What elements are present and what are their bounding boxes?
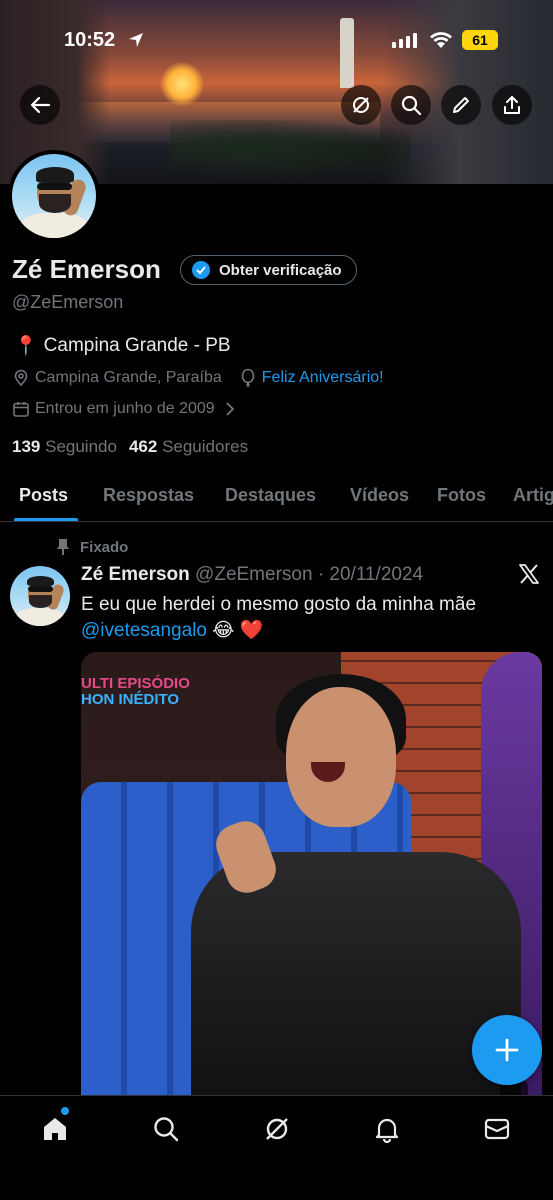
profile-location: Campina Grande, Paraíba xyxy=(35,369,222,386)
edit-button[interactable] xyxy=(441,85,481,125)
video-overlay-tag: ULTI EPISÓDIO HON INÉDITO xyxy=(81,675,190,708)
home-icon xyxy=(44,1118,66,1140)
edit-pen-icon xyxy=(453,97,469,113)
following-link[interactable]: 139 Seguindo xyxy=(12,437,117,457)
search-button[interactable] xyxy=(391,85,431,125)
pinned-label: Fixado xyxy=(56,538,128,556)
bottom-nav xyxy=(0,1095,553,1200)
grok-button[interactable] xyxy=(341,85,381,125)
profile-meta-row: Campina Grande, Paraíba Feliz Aniversári… xyxy=(12,368,384,388)
bio-pin-emoji: 📍 xyxy=(14,336,38,357)
bio-text: Campina Grande - PB xyxy=(43,335,231,356)
banner-sun xyxy=(160,62,204,106)
back-arrow-icon xyxy=(30,96,51,114)
plus-icon xyxy=(495,1038,519,1062)
nav-notifications[interactable] xyxy=(372,1114,402,1144)
location-arrow-icon xyxy=(129,33,143,47)
nav-grok[interactable] xyxy=(262,1114,292,1144)
post-text-line: E eu que herdei o mesmo gosto da minha m… xyxy=(81,594,477,615)
pin-icon xyxy=(57,539,69,555)
search-icon xyxy=(154,1117,179,1142)
birthday-link[interactable]: Feliz Aniversário! xyxy=(262,369,384,387)
post-handle-date: @ZeEmerson · 20/11/2024 xyxy=(195,564,424,585)
home-notification-dot xyxy=(61,1107,69,1115)
profile-tabs: Posts Respostas Destaques Vídeos Fotos A… xyxy=(0,470,553,522)
chevron-right-icon xyxy=(226,402,234,416)
profile-bio: 📍 Campina Grande - PB xyxy=(14,334,231,358)
nav-search[interactable] xyxy=(151,1114,181,1144)
profile-handle: @ZeEmerson xyxy=(12,292,124,312)
compose-button[interactable] xyxy=(472,1015,542,1085)
location-pin-icon xyxy=(14,369,28,387)
post-emojis: 😂 ❤️ xyxy=(206,620,264,641)
battery-indicator: 61 xyxy=(462,30,498,50)
calendar-icon xyxy=(13,402,29,417)
post-author-avatar[interactable] xyxy=(10,566,70,626)
verified-badge-icon xyxy=(192,261,210,279)
followers-link[interactable]: 462 Seguidores xyxy=(129,437,248,457)
balloon-icon xyxy=(241,368,255,387)
joined-row[interactable]: Entrou em junho de 2009 xyxy=(12,400,236,418)
tab-fotos[interactable]: Fotos xyxy=(437,485,486,506)
banner-palms xyxy=(170,120,410,184)
grok-icon xyxy=(353,97,369,113)
share-button[interactable] xyxy=(492,85,532,125)
grok-icon xyxy=(266,1118,288,1140)
profile-name: Zé Emerson xyxy=(12,254,161,284)
status-bar: 10:52 61 xyxy=(0,26,553,56)
joined-date: Entrou em junho de 2009 xyxy=(35,400,215,417)
follow-stats: 139 Seguindo 462 Seguidores xyxy=(12,437,248,457)
tab-videos[interactable]: Vídeos xyxy=(350,485,409,506)
tab-destaques[interactable]: Destaques xyxy=(225,485,316,506)
tab-artigos[interactable]: Artigos xyxy=(513,485,553,506)
get-verified-button[interactable]: Obter verificação xyxy=(180,255,357,285)
post-author-name[interactable]: Zé Emerson xyxy=(81,564,190,585)
post-video[interactable]: ULTI EPISÓDIO HON INÉDITO xyxy=(81,652,542,1095)
x-logo-icon[interactable] xyxy=(518,563,540,585)
avatar-image xyxy=(12,154,96,238)
avatar-image xyxy=(10,566,70,626)
back-button[interactable] xyxy=(20,85,60,125)
tab-posts[interactable]: Posts xyxy=(19,485,68,506)
nav-messages[interactable] xyxy=(482,1114,512,1144)
wifi-icon xyxy=(430,32,452,48)
tab-respostas[interactable]: Respostas xyxy=(103,485,194,506)
search-icon xyxy=(401,95,422,116)
get-verified-label: Obter verificação xyxy=(219,261,342,279)
nav-home[interactable] xyxy=(40,1114,70,1144)
post-header: Zé Emerson @ZeEmerson · 20/11/2024 xyxy=(81,564,423,586)
post-text: E eu que herdei o mesmo gosto da minha m… xyxy=(81,592,511,644)
signal-icon xyxy=(392,32,417,48)
active-tab-indicator xyxy=(14,518,78,521)
post-mention[interactable]: @ivetesangalo xyxy=(81,620,207,641)
mail-icon xyxy=(484,1118,510,1140)
bell-icon xyxy=(375,1118,399,1143)
share-icon xyxy=(504,96,520,114)
status-time: 10:52 xyxy=(64,29,116,51)
profile-avatar[interactable] xyxy=(8,150,100,242)
